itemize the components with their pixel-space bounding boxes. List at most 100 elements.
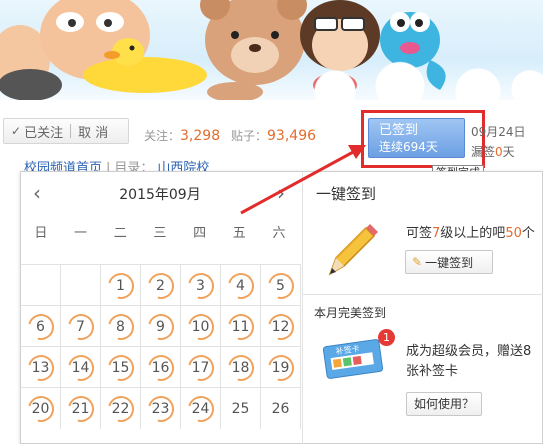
- calendar-day-cell[interactable]: 21: [61, 388, 101, 429]
- calendar-day-number: 20: [31, 400, 50, 417]
- calendar-day-number: 18: [231, 359, 250, 376]
- followed-label: 已关注: [24, 125, 64, 141]
- follows-count: 3,298: [180, 128, 221, 144]
- calendar-month-title: 2015年09月: [119, 187, 201, 203]
- calendar-day-number: 23: [151, 400, 170, 417]
- posts-label: 贴子：: [231, 129, 268, 143]
- follow-toggle: ✓ 已关注 取 消: [3, 118, 129, 144]
- calendar-day-cell[interactable]: 6: [21, 306, 61, 347]
- check-icon: ✓: [11, 124, 22, 138]
- calendar-week-row: 13 14 15 16 17 18 19: [21, 346, 301, 388]
- perfect-signin-description: 成为超级会员，赠送8张补签卡: [406, 344, 532, 379]
- side-divider: [303, 294, 543, 295]
- perfect-signin-title: 本月完美签到: [314, 306, 387, 320]
- signin-date-info: 09月24日 漏签0天: [471, 122, 526, 162]
- calendar-day-number: 21: [71, 400, 90, 417]
- calendar-day-number: 24: [191, 400, 210, 417]
- next-month-arrow-icon[interactable]: ›: [277, 181, 285, 205]
- desc-count: 50: [505, 226, 522, 241]
- weekday-header: 日一二三四五六: [21, 222, 299, 252]
- calendar-day-cell[interactable]: 4: [221, 265, 261, 306]
- calendar-day-number: 6: [36, 318, 45, 335]
- desc-mid: 级以上的吧: [440, 226, 506, 241]
- highlight-frame: [361, 110, 485, 168]
- desc-suffix: 个: [521, 226, 535, 241]
- calendar-day-cell[interactable]: 1: [101, 265, 141, 306]
- calendar-day-cell[interactable]: 16: [141, 347, 181, 388]
- calendar-day-cell[interactable]: 10: [181, 306, 221, 347]
- card-count-badge: 1: [378, 329, 395, 346]
- calendar-day-number: 13: [31, 359, 50, 376]
- calendar-day-number: 8: [116, 318, 125, 335]
- calendar-day-cell[interactable]: 18: [221, 347, 261, 388]
- calendar-day-cell[interactable]: 14: [61, 347, 101, 388]
- calendar-day-number: 12: [271, 318, 290, 335]
- calendar-day-number: 5: [276, 277, 285, 294]
- pencil-icon: [328, 224, 378, 276]
- weekday-label: 二: [113, 226, 127, 241]
- calendar-day-cell[interactable]: 25: [221, 388, 261, 429]
- calendar-day-number: 25: [231, 400, 250, 417]
- calendar-day-cell[interactable]: 7: [61, 306, 101, 347]
- posts-count: 93,496: [267, 128, 317, 144]
- calendar-week-row: 6 7 8 9 10 11 12: [21, 305, 301, 347]
- cloud-decoration: [283, 55, 543, 100]
- oneclick-button-label: 一键签到: [425, 255, 474, 270]
- calendar-day-cell[interactable]: 9: [141, 306, 181, 347]
- calendar-empty-cell: [61, 265, 101, 306]
- calendar-day-number: 16: [151, 359, 170, 376]
- calendar-day-cell[interactable]: 20: [21, 388, 61, 429]
- calendar-day-number: 3: [196, 277, 205, 294]
- missed-suffix: 天: [502, 145, 515, 159]
- followed-button[interactable]: ✓ 已关注: [4, 119, 70, 143]
- pencil-small-icon: ✎: [412, 255, 423, 269]
- calendar-day-cell[interactable]: 19: [261, 347, 301, 388]
- calendar-day-cell[interactable]: 12: [261, 306, 301, 347]
- calendar-day-number: 9: [156, 318, 165, 335]
- calendar-day-number: 26: [271, 400, 290, 417]
- calendar-day-cell[interactable]: 13: [21, 347, 61, 388]
- calendar-day-number: 22: [111, 400, 130, 417]
- oneclick-signin-button[interactable]: ✎ 一键签到: [405, 250, 493, 274]
- calendar-day-cell[interactable]: 26: [261, 388, 301, 429]
- calendar-day-cell[interactable]: 8: [101, 306, 141, 347]
- how-to-use-button[interactable]: 如何使用？: [406, 392, 482, 416]
- weekday-label: 一: [74, 226, 88, 241]
- calendar-day-cell[interactable]: 3: [181, 265, 221, 306]
- calendar-day-number: 2: [156, 277, 165, 294]
- calendar-day-number: 10: [191, 318, 210, 335]
- posts-stat: 贴子：93,496: [231, 127, 316, 144]
- missed-days: 漏签0天: [471, 142, 526, 162]
- signin-calendar-panel: ‹ 2015年09月 › 日一二三四五六 1 2 3 4 5 6 7 8 9 10 11 12 13 14…: [20, 171, 543, 444]
- oneclick-description: 可签7级以上的吧50个: [406, 222, 535, 241]
- calendar-day-cell[interactable]: 17: [181, 347, 221, 388]
- follows-stat: 关注：3,298: [144, 127, 220, 144]
- calendar-grid: 1 2 3 4 5 6 7 8 9 10 11 12 13 14 15 16 17 18 19 20 21 22 23 24 2…: [21, 264, 301, 429]
- signin-side-panel: 一键签到 可签7级以上的吧50个 ✎ 一键签到 本月完美签到 补签卡 1 成为超…: [302, 172, 543, 444]
- calendar-day-number: 7: [76, 318, 85, 335]
- calendar-day-number: 19: [271, 359, 290, 376]
- desc-prefix: 可签: [406, 226, 433, 241]
- calendar-day-number: 17: [191, 359, 210, 376]
- calendar-day-cell[interactable]: 22: [101, 388, 141, 429]
- calendar-day-cell[interactable]: 15: [101, 347, 141, 388]
- makeup-card-icon: 补签卡: [323, 339, 384, 379]
- forum-banner: [0, 0, 543, 100]
- calendar-week-row: 20 21 22 23 24 25 26: [21, 387, 301, 429]
- calendar-day-number: 15: [111, 359, 130, 376]
- calendar-day-number: 14: [71, 359, 90, 376]
- weekday-label: 三: [153, 226, 167, 241]
- calendar-day-cell[interactable]: 23: [141, 388, 181, 429]
- calendar-day-cell[interactable]: 24: [181, 388, 221, 429]
- calendar-day-cell[interactable]: 11: [221, 306, 261, 347]
- weekday-label: 六: [272, 226, 286, 241]
- missed-prefix: 漏签: [471, 145, 496, 159]
- calendar-day-cell[interactable]: 2: [141, 265, 181, 306]
- signin-date: 09月24日: [471, 125, 526, 139]
- weekday-label: 四: [193, 226, 207, 241]
- calendar-day-cell[interactable]: 5: [261, 265, 301, 306]
- calendar-day-number: 4: [236, 277, 245, 294]
- calendar-empty-cell: [21, 265, 61, 306]
- unfollow-button[interactable]: 取 消: [71, 119, 115, 143]
- weekday-label: 五: [232, 226, 246, 241]
